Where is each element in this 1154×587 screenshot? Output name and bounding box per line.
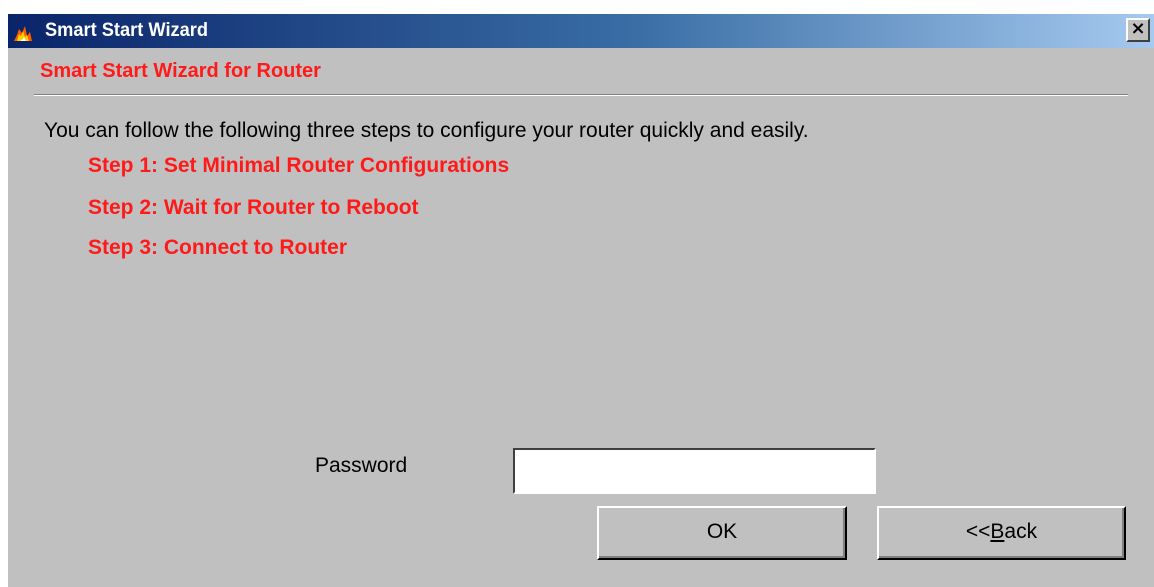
- password-label: Password: [315, 454, 408, 477]
- intro-text: You can follow the following three steps…: [44, 119, 809, 142]
- separator: [34, 94, 1128, 96]
- title-bar[interactable]: Smart Start Wizard ×: [8, 14, 1154, 48]
- back-button[interactable]: <<Back: [877, 506, 1126, 560]
- step-1: Step 1: Set Minimal Router Configuration…: [88, 154, 510, 177]
- back-button-rest: ack: [1004, 520, 1038, 543]
- wizard-window: Smart Start Wizard × Smart Start Wizard …: [8, 14, 1154, 587]
- close-icon[interactable]: ×: [1126, 18, 1150, 42]
- fire-icon: [14, 26, 32, 41]
- wizard-subtitle: Smart Start Wizard for Router: [40, 60, 321, 82]
- window-title: Smart Start Wizard: [45, 20, 209, 41]
- back-button-prefix: <<: [965, 520, 991, 543]
- back-button-accelerator: B: [990, 520, 1005, 543]
- step-3: Step 3: Connect to Router: [88, 236, 348, 259]
- password-field[interactable]: [513, 448, 876, 494]
- step-2: Step 2: Wait for Router to Reboot: [88, 196, 419, 219]
- ok-button[interactable]: OK: [597, 506, 847, 560]
